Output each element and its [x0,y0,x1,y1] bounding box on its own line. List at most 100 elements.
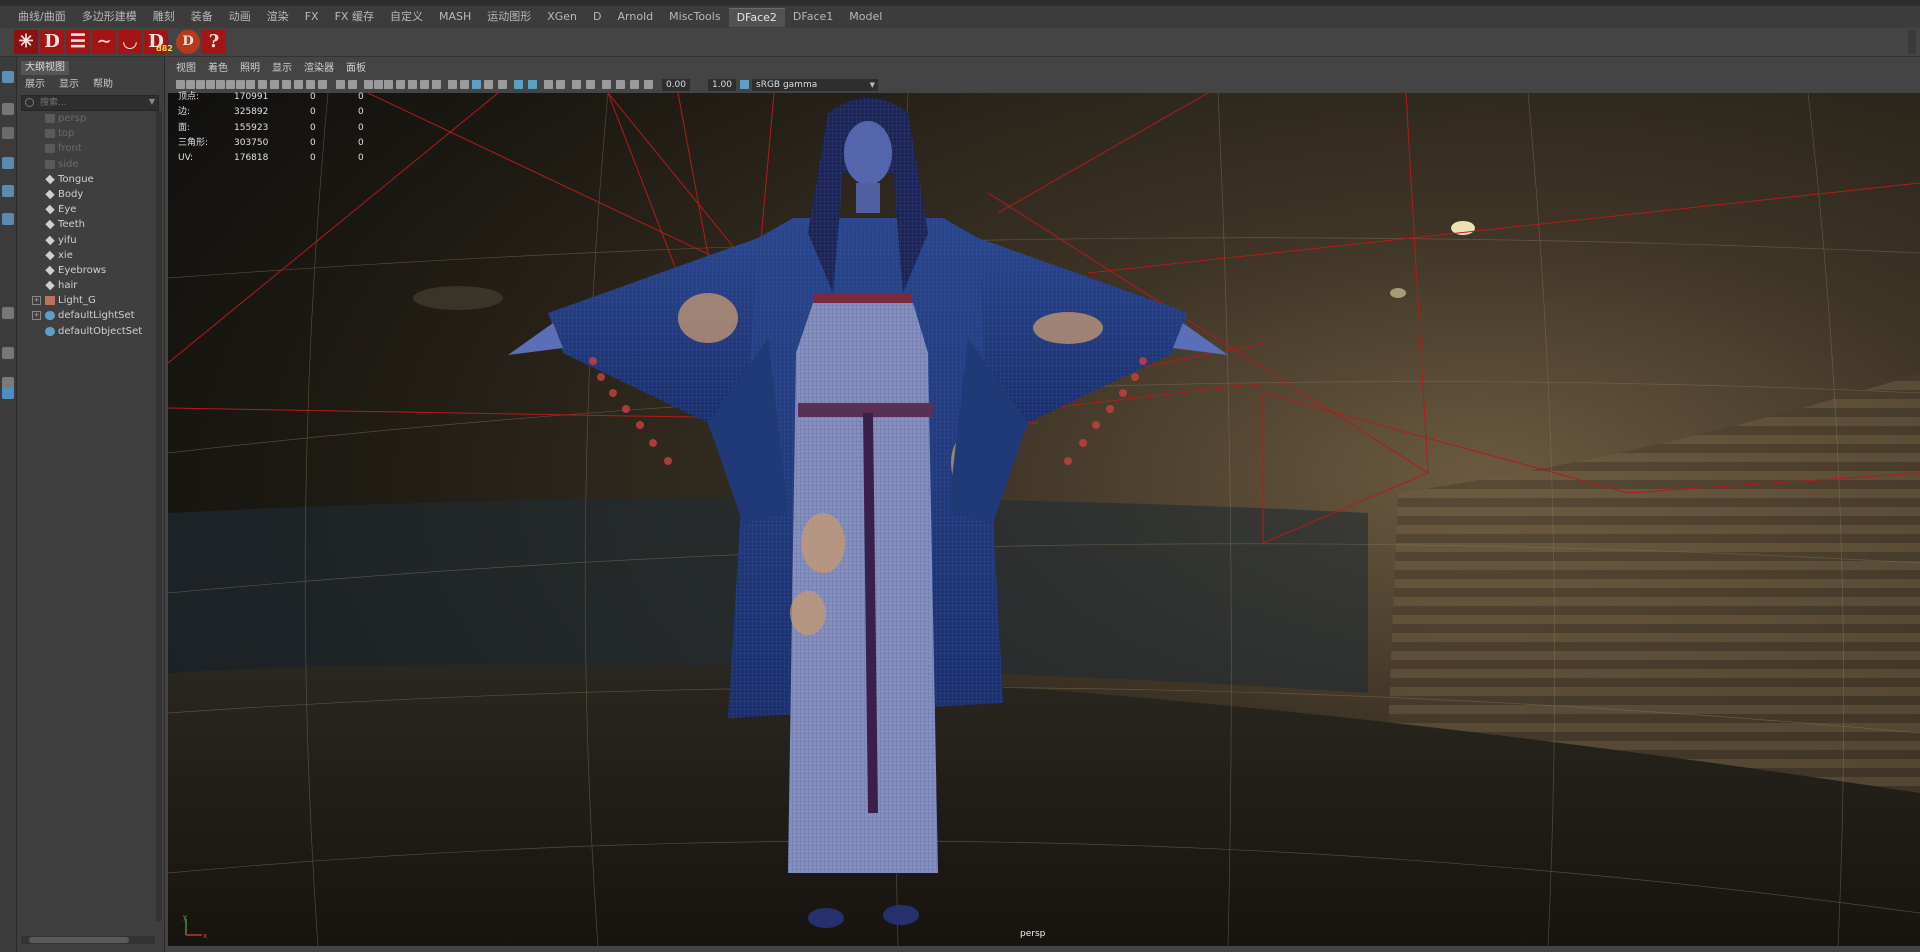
color-management-icon[interactable] [740,80,749,89]
viewport-menu-item[interactable]: 着色 [208,61,228,77]
shelf-tab[interactable]: Arnold [610,8,662,26]
shelf-tab[interactable]: FX [297,8,327,26]
viewport-toolbar-icon[interactable] [630,80,639,89]
viewport-toolbar-icon[interactable] [616,80,625,89]
lasso-tool-icon[interactable] [2,103,14,115]
viewport-toolbar-icon[interactable] [196,80,205,89]
layout-four-icon[interactable] [2,347,14,359]
outliner-item-yifu[interactable]: yifu [17,233,162,248]
scale-tool-icon[interactable] [2,213,14,225]
outliner-item-xie[interactable]: xie [17,248,162,263]
shelf-tab[interactable]: 装备 [183,8,221,26]
viewport-menu-item[interactable]: 视图 [176,61,196,77]
shelf-tab[interactable]: Model [841,8,890,26]
viewport-toolbar-icon[interactable] [396,80,405,89]
viewport-toolbar-icon[interactable] [236,80,245,89]
shelf-tab[interactable]: 曲线/曲面 [10,8,74,26]
outliner-menu-item[interactable]: 显示 [59,77,79,93]
outliner-item-defaultobjectset[interactable]: defaultObjectSet [17,324,162,339]
layout-single-icon[interactable] [2,307,14,319]
viewport-toolbar-icon[interactable] [602,80,611,89]
outliner-item-body[interactable]: Body [17,187,162,202]
viewport-toolbar-icon[interactable] [258,80,267,89]
viewport-toolbar-icon[interactable] [572,80,581,89]
viewport-toolbar-icon[interactable] [306,80,315,89]
color-space-dropdown[interactable]: sRGB gamma ▼ [752,79,878,91]
shelf-tab[interactable]: XGen [539,8,585,26]
outliner-item-teeth[interactable]: Teeth [17,217,162,232]
viewport-menu-item[interactable]: 面板 [346,61,366,77]
viewport-toolbar-icon[interactable] [644,80,653,89]
shelf-tab[interactable]: MiscTools [661,8,728,26]
outliner-item-eye[interactable]: Eye [17,202,162,217]
viewport-toolbar-icon[interactable] [206,80,215,89]
viewport-toolbar-icon[interactable] [528,80,537,89]
shelf-tab[interactable]: 雕刻 [145,8,183,26]
shelf-tab[interactable]: 运动图形 [479,8,539,26]
outliner-item-light-g[interactable]: + Light_G [17,293,162,308]
outliner-search-field[interactable]: ▼ [21,95,159,111]
outliner-menu-item[interactable]: 帮助 [93,77,113,93]
shelf-tab[interactable]: 多边形建模 [74,8,145,26]
outliner-layout-icon[interactable] [2,387,14,399]
lines-icon[interactable]: ☰ [66,30,90,54]
viewport-toolbar-icon[interactable] [176,80,185,89]
viewport-toolbar-icon[interactable] [432,80,441,89]
wave-icon[interactable]: ∼ [92,30,116,54]
d-badge-icon[interactable]: D [176,30,200,54]
viewport-toolbar-icon[interactable] [348,80,357,89]
shelf-tab[interactable]: 动画 [221,8,259,26]
select-tool-icon[interactable] [2,71,14,83]
paint-tool-icon[interactable] [2,127,14,139]
viewport-toolbar-icon[interactable] [586,80,595,89]
rotate-tool-icon[interactable] [2,185,14,197]
viewport-toolbar-icon[interactable] [514,80,523,89]
viewport-toolbar-icon[interactable] [294,80,303,89]
expand-icon[interactable]: + [32,311,41,321]
shelf-tab[interactable]: D [585,8,609,26]
shelf-tab[interactable]: 渲染 [259,8,297,26]
viewport-toolbar-icon[interactable] [374,80,383,89]
viewport-toolbar-icon[interactable] [216,80,225,89]
viewport-persp[interactable] [168,93,1920,946]
help-icon[interactable]: ? [202,30,226,54]
viewport-toolbar-icon[interactable] [484,80,493,89]
outliner-item-persp[interactable]: persp [17,111,162,126]
viewport-toolbar-icon[interactable] [472,80,481,89]
viewport-toolbar-icon[interactable] [544,80,553,89]
viewport-toolbar-icon[interactable] [408,80,417,89]
shelf-tab[interactable]: DFace1 [785,8,841,26]
shelf-scrollbar[interactable] [1908,30,1916,54]
outliner-item-eyebrows[interactable]: Eyebrows [17,263,162,278]
scroll-thumb[interactable] [29,937,129,943]
viewport-toolbar-icon[interactable] [186,80,195,89]
viewport-toolbar-icon[interactable] [384,80,393,89]
outliner-search-input[interactable] [40,96,130,110]
viewport-toolbar-icon[interactable] [246,80,255,89]
shelf-tab[interactable]: MASH [431,8,479,26]
gamma-field[interactable]: 1.00 [708,79,736,91]
outliner-item-side[interactable]: side [17,157,162,172]
viewport-toolbar-icon[interactable] [318,80,327,89]
viewport-toolbar-icon[interactable] [498,80,507,89]
viewport-toolbar-icon[interactable] [282,80,291,89]
viewport-toolbar-icon[interactable] [226,80,235,89]
figure-icon[interactable]: ✳ [14,30,38,54]
outliner-horizontal-scrollbar[interactable] [21,936,155,944]
outliner-item-hair[interactable]: hair [17,278,162,293]
outliner-item-tongue[interactable]: Tongue [17,172,162,187]
viewport-toolbar-icon[interactable] [270,80,279,89]
viewport-toolbar-icon[interactable] [364,80,373,89]
shelf-tab[interactable]: FX 缓存 [327,8,382,26]
viewport-toolbar-icon[interactable] [556,80,565,89]
viewport-toolbar-icon[interactable] [460,80,469,89]
shelf-tab[interactable]: 自定义 [382,8,431,26]
outliner-vertical-scrollbar[interactable] [156,111,162,921]
chevron-down-icon[interactable]: ▼ [149,97,155,106]
viewport-toolbar-icon[interactable] [420,80,429,89]
dface-d-icon[interactable]: D [40,30,64,54]
outliner-menu-item[interactable]: 展示 [25,77,45,93]
outliner-item-top[interactable]: top [17,126,162,141]
outliner-item-front[interactable]: front [17,141,162,156]
shelf-tab[interactable]: DFace2 [728,7,785,27]
